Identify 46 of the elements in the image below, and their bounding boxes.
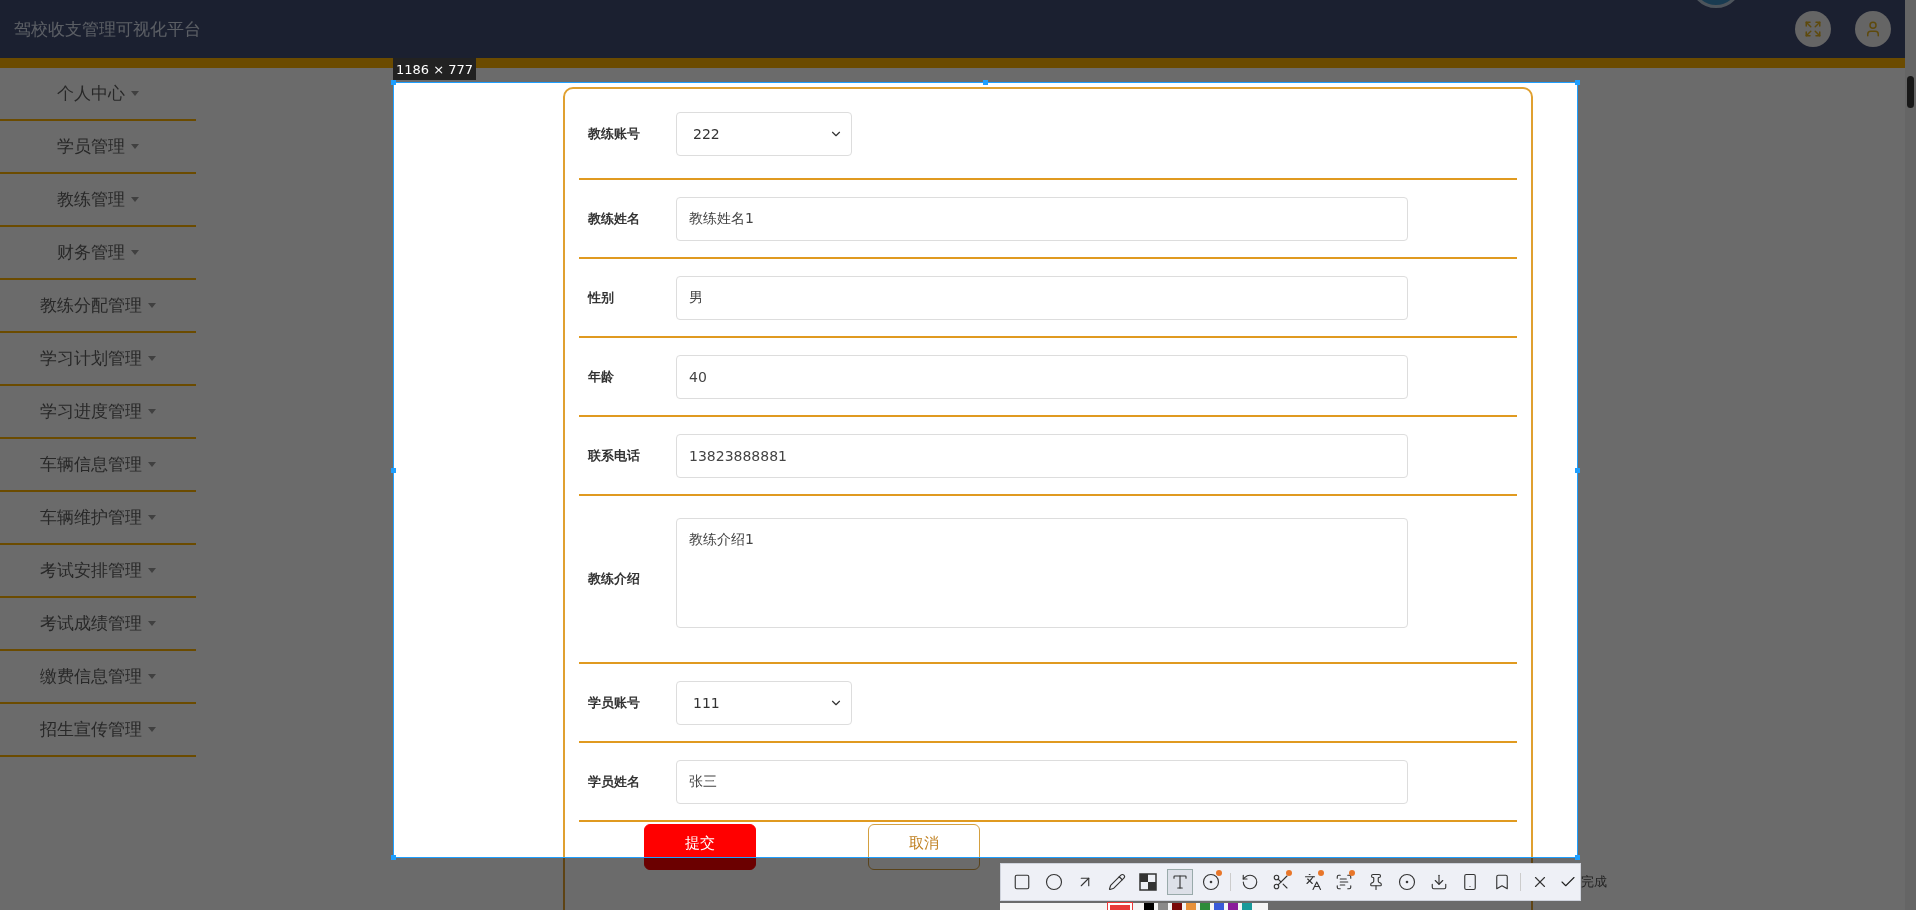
select-field[interactable]: 222 xyxy=(676,111,852,156)
sidebar-item-label: 缴费信息管理 xyxy=(40,665,142,688)
sidebar-item[interactable]: 财务管理 xyxy=(0,227,196,280)
cancel-button[interactable]: 取消 xyxy=(868,824,980,870)
sidebar-item[interactable]: 教练管理 xyxy=(0,174,196,227)
done-button[interactable]: 完成 xyxy=(1558,873,1607,891)
sidebar-item[interactable]: 学习计划管理 xyxy=(0,333,196,386)
field-label: 年龄 xyxy=(587,367,615,386)
sidebar-item-label: 学习计划管理 xyxy=(40,347,142,370)
field-label: 联系电话 xyxy=(587,446,641,465)
sidebar-item-label: 招生宣传管理 xyxy=(40,718,142,741)
sidebar-item-label: 考试成绩管理 xyxy=(40,612,142,635)
sidebar-item[interactable]: 车辆维护管理 xyxy=(0,492,196,545)
field-label: 学员账号 xyxy=(587,693,641,712)
field-label: 教练介绍 xyxy=(587,570,641,588)
input-field[interactable]: 张三 xyxy=(676,759,1408,804)
input-field[interactable]: 13823888881 xyxy=(676,433,1408,478)
sidebar-item-label: 财务管理 xyxy=(57,241,125,264)
sidebar-item[interactable]: 教练分配管理 xyxy=(0,280,196,333)
sidebar-item-label: 个人中心 xyxy=(57,82,125,105)
sidebar-item[interactable]: 个人中心 xyxy=(0,68,196,121)
field-label: 教练账号 xyxy=(587,124,641,143)
sidebar-item-label: 考试安排管理 xyxy=(40,559,142,582)
submit-button[interactable]: 提交 xyxy=(644,824,756,870)
sidebar-item-label: 学员管理 xyxy=(57,135,125,158)
field-label: 教练姓名 xyxy=(587,209,641,228)
sidebar-item-label: 学习进度管理 xyxy=(40,400,142,423)
sidebar-item-label: 教练分配管理 xyxy=(40,294,142,317)
sidebar-item[interactable]: 缴费信息管理 xyxy=(0,651,196,704)
sidebar-item[interactable]: 学员管理 xyxy=(0,121,196,174)
textarea-field[interactable]: 教练介绍1 xyxy=(676,518,1408,628)
sidebar-item[interactable]: 车辆信息管理 xyxy=(0,439,196,492)
input-field[interactable]: 教练姓名1 xyxy=(676,196,1408,241)
sidebar-item[interactable]: 考试安排管理 xyxy=(0,545,196,598)
select-field[interactable]: 111 xyxy=(676,680,852,725)
sidebar-item-label: 车辆维护管理 xyxy=(40,506,142,529)
sidebar-item-label: 车辆信息管理 xyxy=(40,453,142,476)
selection-size-label: 1186 × 777 xyxy=(393,58,477,80)
input-field[interactable]: 40 xyxy=(676,354,1408,399)
field-label: 学员姓名 xyxy=(587,772,641,791)
input-field[interactable]: 男 xyxy=(676,275,1408,320)
sidebar-item-label: 教练管理 xyxy=(57,188,125,211)
sidebar-item[interactable]: 考试成绩管理 xyxy=(0,598,196,651)
sidebar-item[interactable]: 招生宣传管理 xyxy=(0,704,196,757)
sidebar-item[interactable]: 学习进度管理 xyxy=(0,386,196,439)
field-label: 性别 xyxy=(586,288,615,307)
